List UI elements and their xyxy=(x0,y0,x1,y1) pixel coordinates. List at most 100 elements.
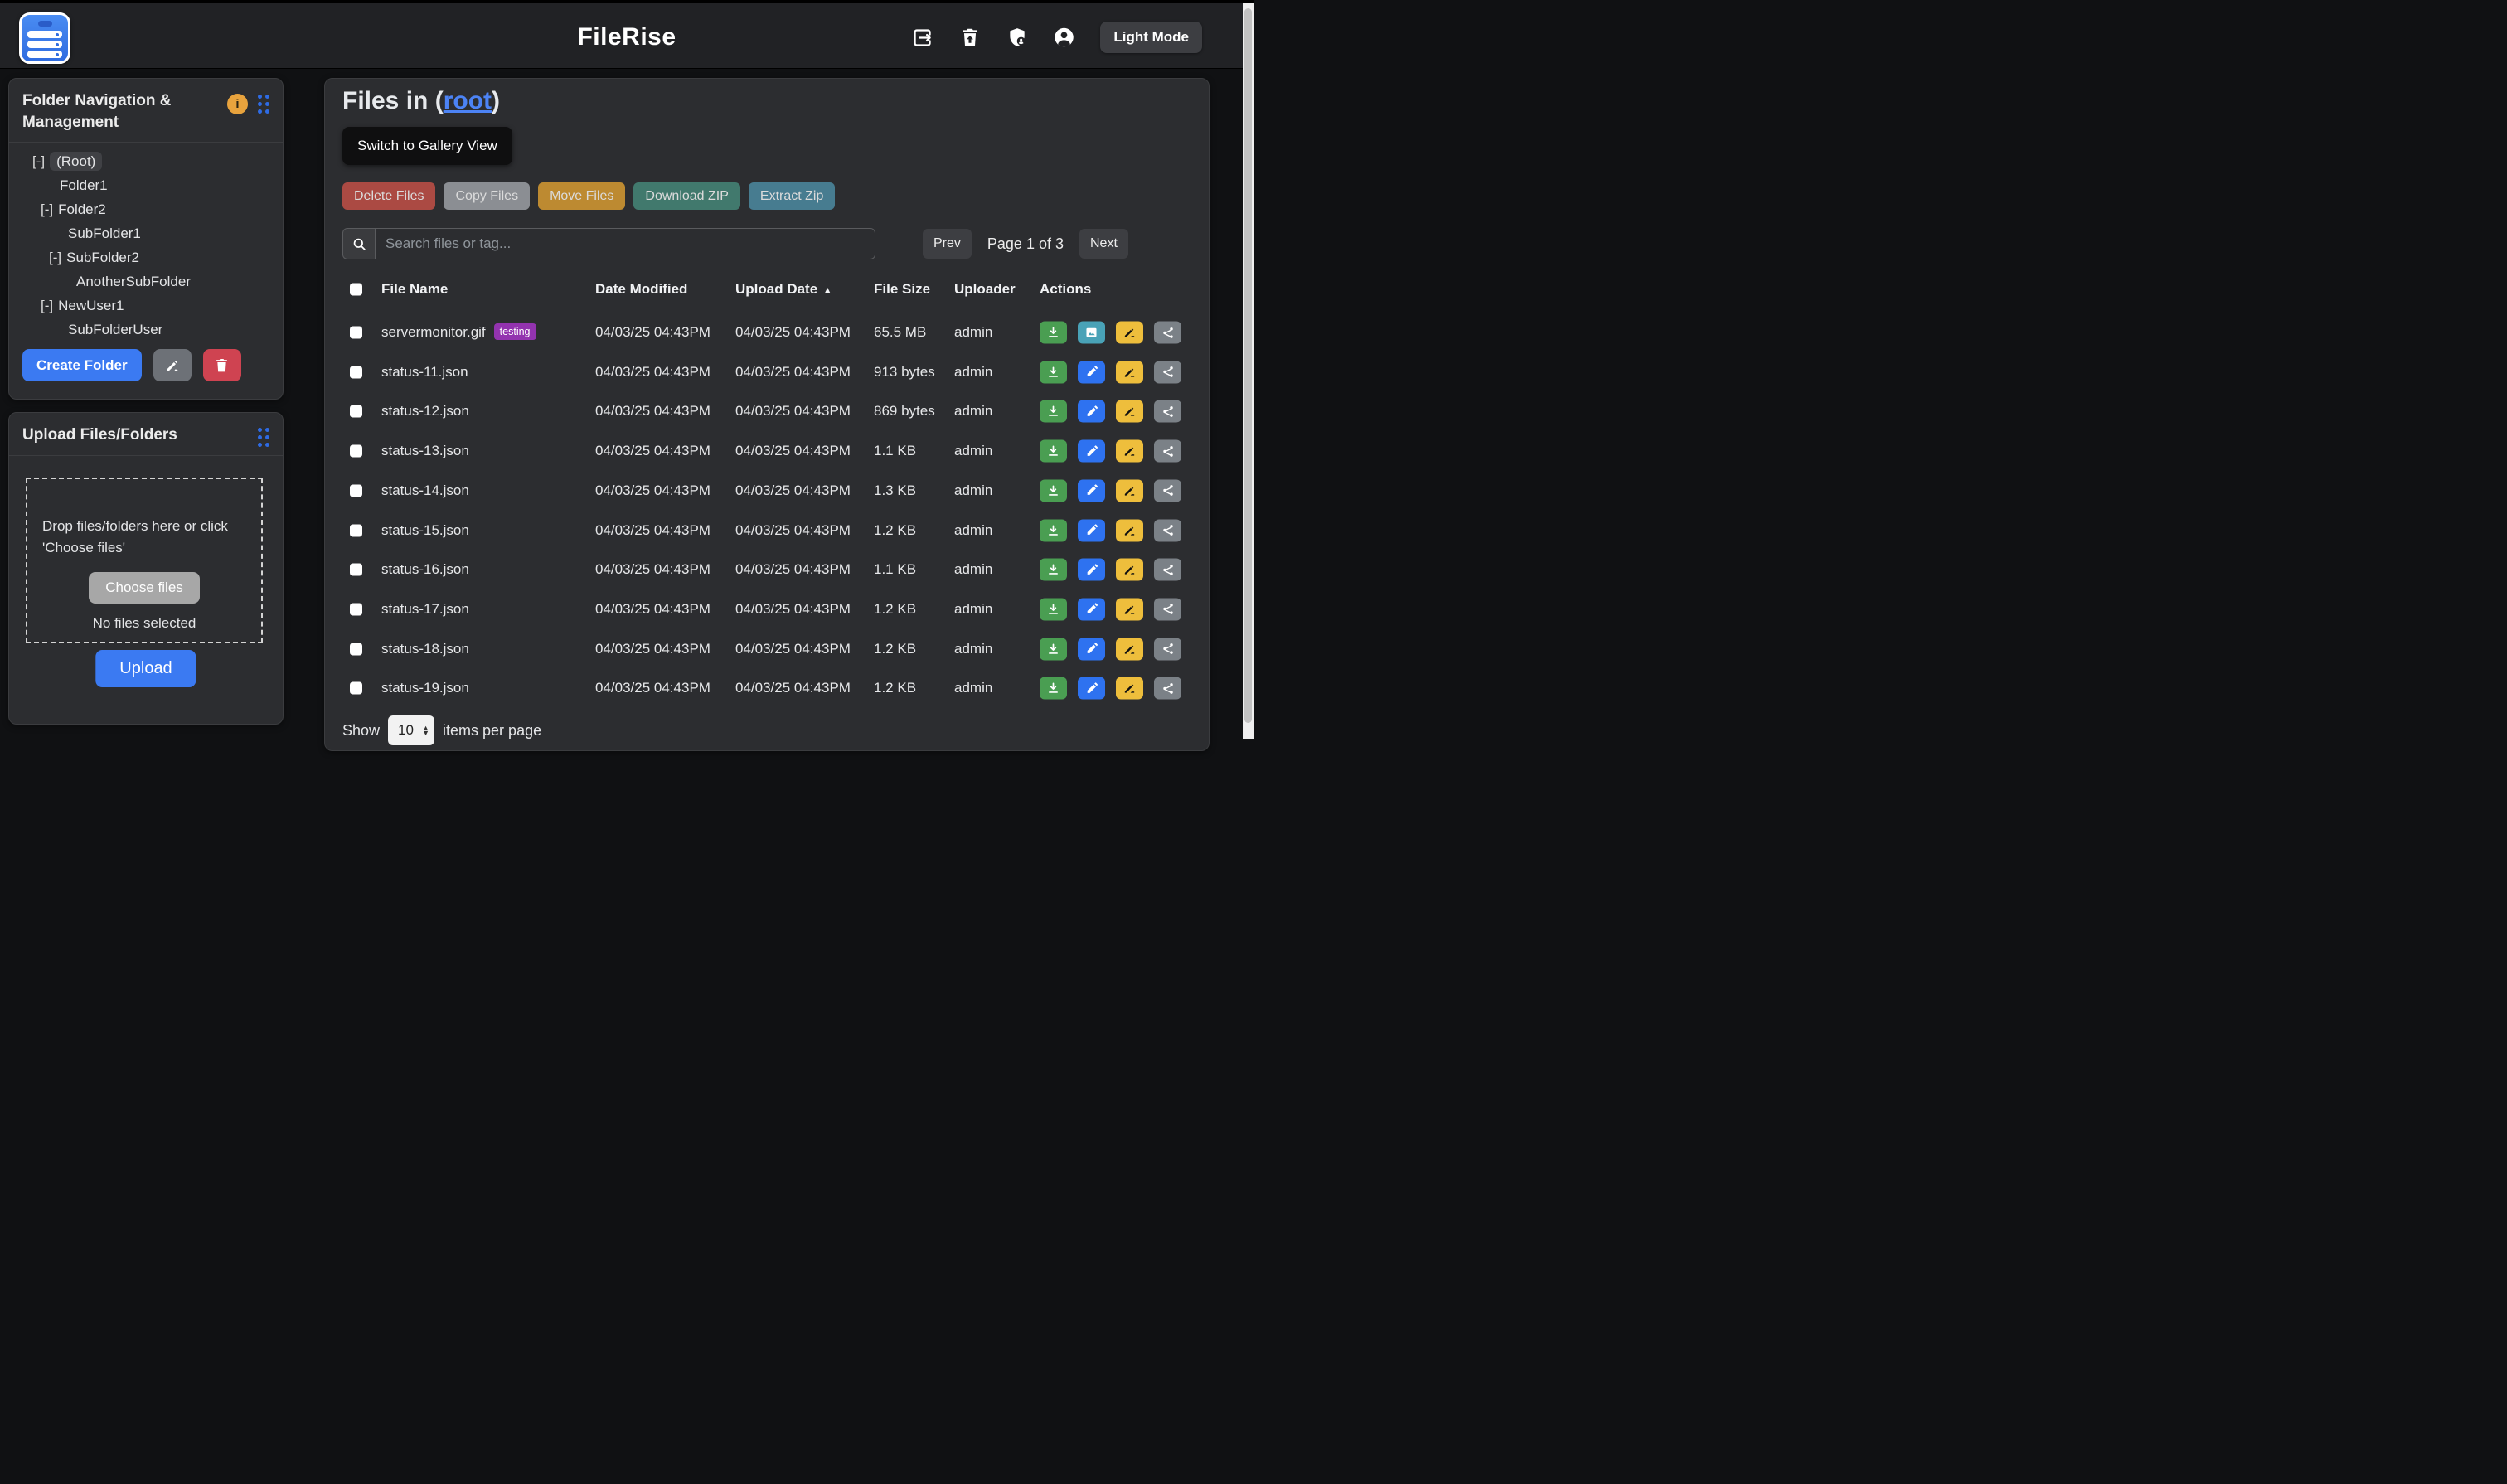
tree-label[interactable]: SubFolder1 xyxy=(68,226,141,241)
rename-button[interactable] xyxy=(1116,559,1143,581)
tree-label[interactable]: AnotherSubFolder xyxy=(76,274,191,289)
download-button[interactable] xyxy=(1040,322,1067,344)
file-name[interactable]: servermonitor.gif xyxy=(381,324,486,340)
rename-button[interactable] xyxy=(1116,361,1143,383)
account-icon[interactable] xyxy=(1053,27,1075,49)
file-name[interactable]: status-14.json xyxy=(381,483,469,498)
file-name[interactable]: status-16.json xyxy=(381,561,469,577)
download-button[interactable] xyxy=(1040,638,1067,660)
row-checkbox[interactable] xyxy=(350,682,362,695)
edit-button[interactable] xyxy=(1078,519,1105,541)
tree-item[interactable]: [-]NewUser1 xyxy=(9,293,283,318)
drag-handle-icon[interactable] xyxy=(258,95,269,114)
file-name[interactable]: status-12.json xyxy=(381,403,469,419)
file-name[interactable]: status-18.json xyxy=(381,641,469,657)
switch-gallery-view-button[interactable]: Switch to Gallery View xyxy=(342,127,512,165)
file-name[interactable]: status-15.json xyxy=(381,522,469,538)
row-checkbox[interactable] xyxy=(350,484,362,497)
rename-folder-button[interactable] xyxy=(153,349,192,381)
share-button[interactable] xyxy=(1154,322,1181,344)
rename-button[interactable] xyxy=(1116,322,1143,344)
rename-button[interactable] xyxy=(1116,677,1143,700)
share-button[interactable] xyxy=(1154,559,1181,581)
edit-button[interactable] xyxy=(1078,440,1105,463)
prev-page-button[interactable]: Prev xyxy=(923,229,972,259)
edit-button[interactable] xyxy=(1078,479,1105,502)
copy-files-button[interactable]: Copy Files xyxy=(444,182,530,210)
download-button[interactable] xyxy=(1040,559,1067,581)
logout-icon[interactable] xyxy=(911,27,933,49)
search-icon[interactable] xyxy=(342,228,375,259)
create-folder-button[interactable]: Create Folder xyxy=(22,349,142,381)
download-button[interactable] xyxy=(1040,440,1067,463)
tree-item[interactable]: SubFolderUser xyxy=(9,318,283,342)
download-zip-button[interactable]: Download ZIP xyxy=(633,182,740,210)
tree-label[interactable]: Folder2 xyxy=(58,201,106,217)
share-button[interactable] xyxy=(1154,400,1181,423)
tree-label[interactable]: SubFolder2 xyxy=(66,250,139,265)
rename-button[interactable] xyxy=(1116,519,1143,541)
tree-label[interactable]: SubFolderUser xyxy=(68,322,162,337)
file-name[interactable]: status-11.json xyxy=(381,364,468,380)
tree-toggle[interactable]: [-] xyxy=(32,153,45,169)
row-checkbox[interactable] xyxy=(350,643,362,655)
row-checkbox[interactable] xyxy=(350,564,362,576)
share-button[interactable] xyxy=(1154,677,1181,700)
rename-button[interactable] xyxy=(1116,638,1143,660)
download-button[interactable] xyxy=(1040,519,1067,541)
delete-folder-button[interactable] xyxy=(203,349,241,381)
scrollbar-thumb[interactable] xyxy=(1244,8,1252,723)
move-files-button[interactable]: Move Files xyxy=(538,182,625,210)
restore-trash-icon[interactable] xyxy=(958,27,981,49)
column-file-name[interactable]: File Name xyxy=(381,281,448,298)
download-button[interactable] xyxy=(1040,361,1067,383)
tree-item[interactable]: SubFolder1 xyxy=(9,221,283,245)
edit-button[interactable] xyxy=(1078,361,1105,383)
edit-button[interactable] xyxy=(1078,598,1105,620)
share-button[interactable] xyxy=(1154,361,1181,383)
preview-image-button[interactable] xyxy=(1078,322,1105,344)
column-uploader[interactable]: Uploader xyxy=(954,281,1016,298)
root-folder-link[interactable]: root xyxy=(444,87,492,114)
row-checkbox[interactable] xyxy=(350,327,362,339)
tree-item-root[interactable]: [-] (Root) xyxy=(9,149,283,173)
admin-shield-icon[interactable] xyxy=(1006,27,1028,49)
row-checkbox[interactable] xyxy=(350,603,362,615)
row-checkbox[interactable] xyxy=(350,405,362,418)
tree-label-selected[interactable]: (Root) xyxy=(50,152,102,171)
column-upload-date[interactable]: Upload Date▲ xyxy=(735,281,832,298)
rename-button[interactable] xyxy=(1116,400,1143,423)
drag-handle-icon[interactable] xyxy=(258,428,269,447)
column-file-size[interactable]: File Size xyxy=(874,281,930,298)
download-button[interactable] xyxy=(1040,400,1067,423)
download-button[interactable] xyxy=(1040,598,1067,620)
tree-item[interactable]: AnotherSubFolder xyxy=(9,269,283,293)
tree-toggle[interactable]: [-] xyxy=(41,201,53,217)
rename-button[interactable] xyxy=(1116,440,1143,463)
edit-button[interactable] xyxy=(1078,559,1105,581)
row-checkbox[interactable] xyxy=(350,524,362,536)
file-name[interactable]: status-17.json xyxy=(381,601,469,617)
tree-item[interactable]: [-] Folder2 xyxy=(9,197,283,221)
choose-files-button[interactable]: Choose files xyxy=(89,572,200,604)
select-all-checkbox[interactable] xyxy=(350,284,362,296)
rename-button[interactable] xyxy=(1116,598,1143,620)
edit-button[interactable] xyxy=(1078,400,1105,423)
rename-button[interactable] xyxy=(1116,479,1143,502)
tree-toggle[interactable]: [-] xyxy=(41,298,53,313)
edit-button[interactable] xyxy=(1078,638,1105,660)
share-button[interactable] xyxy=(1154,479,1181,502)
file-name[interactable]: status-19.json xyxy=(381,680,469,696)
share-button[interactable] xyxy=(1154,598,1181,620)
file-dropzone[interactable]: Drop files/folders here or click 'Choose… xyxy=(26,478,263,643)
tree-label[interactable]: Folder1 xyxy=(60,177,108,193)
upload-button[interactable]: Upload xyxy=(95,650,196,687)
share-button[interactable] xyxy=(1154,519,1181,541)
per-page-select[interactable]: 10 ▲▼ xyxy=(388,715,434,745)
search-input[interactable] xyxy=(375,228,875,259)
light-mode-button[interactable]: Light Mode xyxy=(1100,22,1202,53)
extract-zip-button[interactable]: Extract Zip xyxy=(749,182,835,210)
column-date-modified[interactable]: Date Modified xyxy=(595,281,687,298)
file-name[interactable]: status-13.json xyxy=(381,443,469,458)
info-icon[interactable]: i xyxy=(227,94,248,114)
